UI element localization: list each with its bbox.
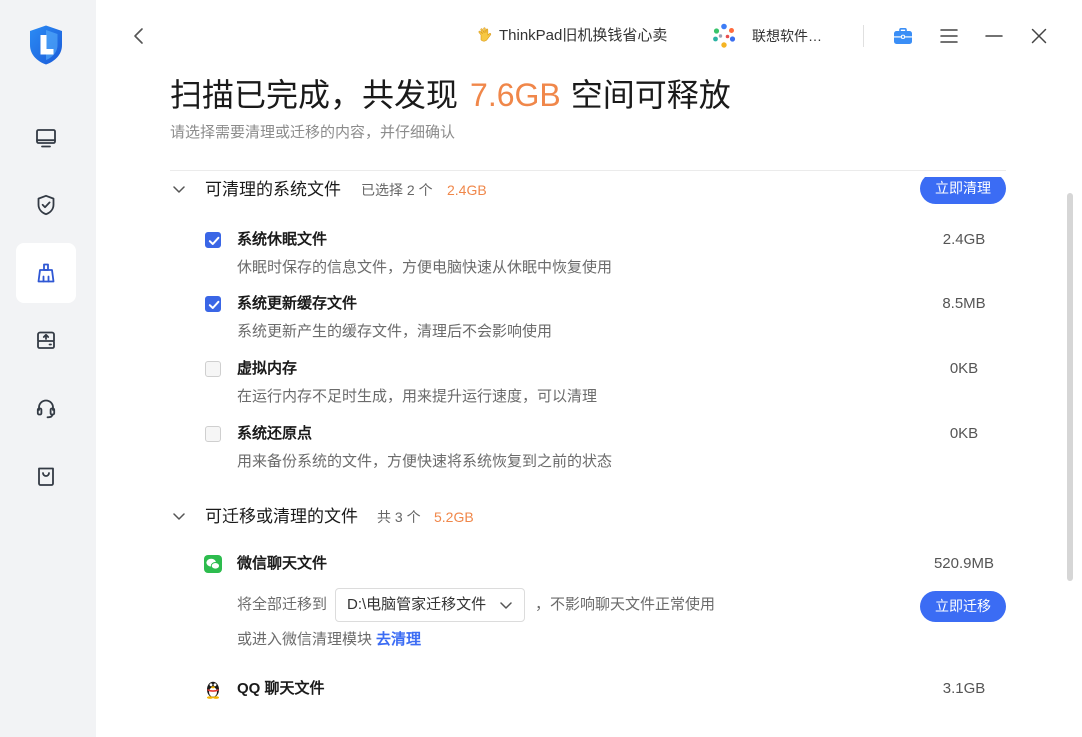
sidebar-item-cleanup[interactable] xyxy=(16,243,76,303)
page-subtitle: 请选择需要清理或迁移的内容，并仔细确认 xyxy=(170,124,456,141)
item-description: 在运行内存不足时生成，用来提升运行速度，可以清理 xyxy=(237,388,598,405)
shield-check-icon xyxy=(37,194,55,216)
hibernation-file-checkbox[interactable] xyxy=(205,232,221,248)
migrate-now-button[interactable]: 立即迁移 xyxy=(920,591,1006,622)
toolbar-divider xyxy=(863,25,864,47)
item-description: 用来备份系统的文件，方便快速将系统恢复到之前的状态 xyxy=(237,453,613,470)
wechat-files-size: 520.9MB xyxy=(933,555,995,572)
go-clean-link[interactable]: 去清理 xyxy=(376,630,421,650)
promo-banner[interactable]: ThinkPad旧机换钱省心卖 xyxy=(476,24,676,48)
results-scroll-area[interactable]: 可清理的系统文件 已选择 2 个 2.4GB 立即清理 系统休眠文件 2.4GB… xyxy=(96,177,1082,737)
sidebar-item-migrate[interactable] xyxy=(16,310,76,370)
system-files-chevron-down-icon[interactable] xyxy=(173,186,185,194)
promo-text: ThinkPad旧机换钱省心卖 xyxy=(499,27,668,44)
item-name: 系统休眠文件 xyxy=(237,231,328,248)
back-button[interactable] xyxy=(132,27,146,45)
qq-files-size: 3.1GB xyxy=(942,680,986,697)
item-size: 8.5MB xyxy=(942,295,986,312)
migratable-files-total-size: 5.2GB xyxy=(434,509,474,525)
system-files-selected-size: 2.4GB xyxy=(447,182,487,198)
chevron-down-icon xyxy=(500,602,512,609)
app-store-icon xyxy=(713,23,736,48)
waving-hand-icon xyxy=(478,27,492,42)
migrate-target-value: D:\电脑管家迁移文件 xyxy=(347,596,487,613)
item-description: 休眠时保存的信息文件，方便电脑快速从休眠中恢复使用 xyxy=(237,259,613,276)
sidebar-item-device[interactable] xyxy=(16,108,76,168)
restore-point-checkbox[interactable] xyxy=(205,426,221,442)
system-files-title: 可清理的系统文件 xyxy=(205,180,341,199)
title-highlight-size: 7.6GB xyxy=(470,77,561,113)
migratable-files-chevron-down-icon[interactable] xyxy=(173,513,185,521)
upload-drive-icon xyxy=(37,331,55,349)
app-store-link[interactable]: 联想软件… xyxy=(710,22,830,50)
migratable-files-count: 共 3 个 xyxy=(377,509,421,525)
laptop-icon xyxy=(36,129,56,148)
close-icon[interactable] xyxy=(1031,28,1047,44)
title-suffix: 空间可释放 xyxy=(570,77,731,113)
sidebar-item-support[interactable] xyxy=(16,378,76,438)
item-size: 0KB xyxy=(949,360,979,377)
toolbox-icon[interactable] xyxy=(893,27,913,45)
qq-penguin-icon xyxy=(207,681,219,699)
sidebar-item-store[interactable] xyxy=(16,446,76,506)
sidebar-item-security[interactable] xyxy=(16,175,76,235)
check-icon xyxy=(208,300,220,309)
migrate-note: ，不影响聊天文件正常使用 xyxy=(535,596,716,613)
migrate-target-dropdown[interactable]: D:\电脑管家迁移文件 xyxy=(335,588,525,622)
headset-icon xyxy=(36,399,56,419)
clean-now-button[interactable]: 立即清理 xyxy=(920,177,1006,204)
update-cache-checkbox[interactable] xyxy=(205,296,221,312)
app-logo-icon xyxy=(30,25,62,65)
qq-files-name: QQ 聊天文件 xyxy=(237,680,325,697)
broom-icon xyxy=(37,263,55,283)
header-divider xyxy=(170,170,1006,171)
page-title: 扫描已完成，共发现 7.6GB 空间可释放 xyxy=(170,75,731,115)
virtual-memory-checkbox[interactable] xyxy=(205,361,221,377)
wechat-icon xyxy=(204,555,222,573)
minimize-icon[interactable] xyxy=(985,34,1003,38)
wechat-clean-prefix: 或进入微信清理模块 xyxy=(237,631,373,648)
menu-icon[interactable] xyxy=(940,29,958,43)
item-name: 系统更新缓存文件 xyxy=(237,295,358,312)
item-size: 2.4GB xyxy=(942,231,986,248)
app-store-label: 联想软件… xyxy=(752,28,822,44)
wechat-files-name: 微信聊天文件 xyxy=(237,555,328,572)
item-description: 系统更新产生的缓存文件，清理后不会影响使用 xyxy=(237,323,553,340)
scrollbar-thumb[interactable] xyxy=(1067,193,1073,581)
title-prefix: 扫描已完成，共发现 xyxy=(170,77,459,113)
check-icon xyxy=(208,236,220,245)
shopping-bag-icon xyxy=(38,467,54,486)
item-name: 系统还原点 xyxy=(237,425,313,442)
sidebar xyxy=(0,0,96,737)
migratable-files-title: 可迁移或清理的文件 xyxy=(205,507,358,526)
item-size: 0KB xyxy=(949,425,979,442)
system-files-selected-count: 已选择 2 个 xyxy=(361,182,433,198)
migrate-prefix-label: 将全部迁移到 xyxy=(237,596,328,613)
item-name: 虚拟内存 xyxy=(237,360,298,377)
